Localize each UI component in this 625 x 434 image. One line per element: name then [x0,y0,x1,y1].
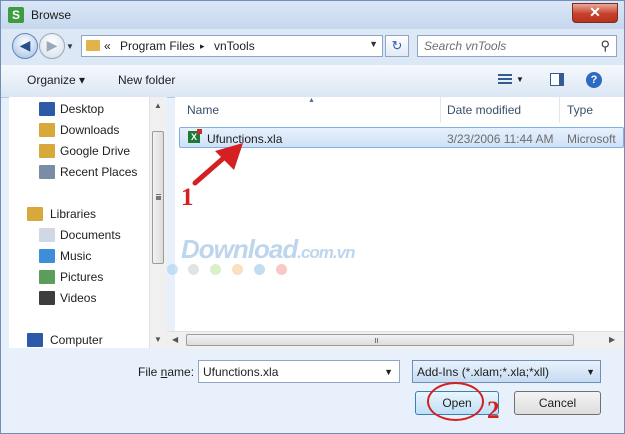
computer-icon [27,333,43,347]
file-name-label-suffix: ame: [167,365,195,379]
file-type-value: Add-Ins (*.xlam;*.xla;*xll) [417,365,550,379]
documents-icon [39,228,55,242]
videos-icon [39,291,55,305]
recent-pages-dropdown[interactable]: ▼ [66,42,74,51]
sort-ascending-icon: ▲ [308,97,315,104]
file-name-field[interactable]: Ufunctions.xla ▼ [198,360,400,383]
change-view-icon[interactable] [498,74,512,86]
watermark-dot [232,264,243,275]
app-icon: S [8,7,24,23]
pictures-icon [39,270,55,284]
watermark-dot [167,264,178,275]
column-header-type[interactable]: Type [567,103,593,117]
breadcrumb-program-files[interactable]: Program Files [120,39,195,53]
annotation-arrow-icon [192,143,243,186]
sidebar-item-label: Google Drive [60,144,131,158]
title-bar[interactable]: S Browse ✕ [1,1,624,29]
file-list: ▲ Name Date modified Type X Ufunctions.x… [175,97,624,348]
annotation-circle [427,382,484,421]
annotation-step-1: 1 [181,184,194,211]
browse-dialog: S Browse ✕ ◀ ▶ ▼ « Program Files ▸ vnToo… [0,0,625,434]
cancel-button[interactable]: Cancel [514,391,601,415]
annotation-step-2: 2 [487,397,500,424]
refresh-icon: ↻ [391,38,403,53]
file-name-label-prefix: File [138,365,161,379]
help-icon[interactable]: ? [586,72,602,88]
desktop-icon [39,102,55,116]
downloads-folder-icon [39,123,55,137]
file-list-horizontal-scrollbar[interactable]: ◀ ▶ [167,331,624,349]
address-bar[interactable]: « Program Files ▸ vnTools ▼ [81,35,383,57]
forward-arrow-icon: ▶ [46,37,58,53]
watermark-dot [276,264,287,275]
sidebar-item-label: Desktop [60,102,105,116]
addin-badge-icon [197,129,202,134]
scroll-down-icon[interactable]: ▼ [154,335,162,344]
grip-icon [156,194,161,197]
google-drive-folder-icon [39,144,55,158]
folder-icon [86,40,100,51]
file-name-value: Ufunctions.xla [203,365,279,379]
watermark-dot [188,264,199,275]
libraries-icon [27,207,43,221]
view-dropdown-icon[interactable]: ▼ [516,75,524,84]
search-placeholder: Search vnTools [424,39,507,53]
recent-places-icon [39,165,55,179]
refresh-button[interactable]: ↻ [385,35,409,57]
sidebar-item-label: Libraries [50,207,97,221]
file-name-dropdown-icon[interactable]: ▼ [384,367,393,377]
file-type-select[interactable]: Add-Ins (*.xlam;*.xla;*xll) ▼ [412,360,601,383]
back-button[interactable]: ◀ [12,33,38,59]
address-dropdown-icon[interactable]: ▼ [369,39,378,49]
command-toolbar: Organize ▾ New folder ▼ ? [1,65,624,98]
scroll-up-icon[interactable]: ▲ [154,101,162,110]
column-header-name[interactable]: Name [187,103,219,117]
new-folder-button[interactable]: New folder [118,73,175,87]
watermark-dot [254,264,265,275]
watermark: Download.com.vn [181,234,355,265]
sidebar-item-label: Recent Places [60,165,138,179]
column-divider[interactable] [440,97,441,123]
breadcrumb-separator-icon[interactable]: ▸ [200,41,205,52]
column-header-date-modified[interactable]: Date modified [447,103,521,117]
scroll-left-icon[interactable]: ◀ [172,335,178,344]
forward-button[interactable]: ▶ [39,33,65,59]
window-title: Browse [31,8,72,22]
sidebar-item-label: Music [60,249,92,263]
sidebar-item-label: Downloads [60,123,120,137]
close-button[interactable]: ✕ [572,3,618,23]
scrollbar-thumb[interactable] [152,131,164,264]
navigation-pane: Desktop Downloads Google Drive Recent Pl… [9,97,166,348]
grip-icon [375,338,378,343]
file-date-modified: 3/23/2006 11:44 AM [447,132,554,146]
watermark-suffix: .com.vn [297,243,355,262]
preview-pane-icon[interactable] [550,73,564,86]
navigation-bar: ◀ ▶ ▼ « Program Files ▸ vnTools ▼ ↻ Sear… [1,29,624,65]
scroll-right-icon[interactable]: ▶ [609,335,615,344]
file-name-label: File name: [138,365,194,379]
sidebar-item-label: Documents [60,228,121,242]
sidebar-item-label: Pictures [60,270,104,284]
watermark-dot [210,264,221,275]
watermark-text: Download [181,234,298,264]
back-arrow-icon: ◀ [19,37,31,53]
navigation-scrollbar[interactable]: ▲ ▼ [149,97,167,348]
breadcrumb-overflow[interactable]: « [104,39,111,53]
file-type: Microsoft [567,132,616,146]
organize-button[interactable]: Organize ▾ [27,73,85,87]
sidebar-item-label: Computer [50,333,103,347]
file-type-dropdown-icon[interactable]: ▼ [586,367,595,377]
horizontal-scrollbar-thumb[interactable] [186,334,574,346]
music-icon [39,249,55,263]
search-input[interactable]: Search vnTools ⚲ [417,35,617,57]
search-icon: ⚲ [600,38,610,53]
column-divider[interactable] [559,97,560,123]
breadcrumb-vntools[interactable]: vnTools [214,39,255,53]
sidebar-item-label: Videos [60,291,97,305]
